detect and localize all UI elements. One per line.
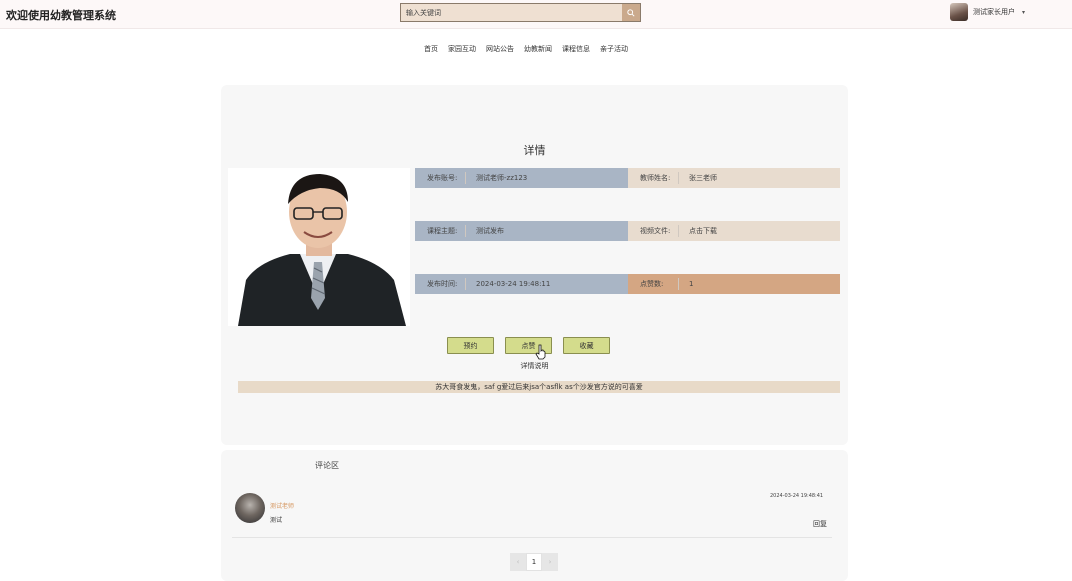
page-title: 详情 xyxy=(523,144,546,157)
field-value: 1 xyxy=(689,280,694,288)
field-like-count: 点赞数: 1 xyxy=(628,274,840,294)
comment-text: 测试 xyxy=(270,517,283,524)
field-value: 测试发布 xyxy=(476,227,504,235)
description-text: 苏大哥食发鬼，saf g爱过后来jsa个asflk as个沙发官方说的可喜爱 xyxy=(238,381,840,393)
reserve-button[interactable]: 预约 xyxy=(447,337,494,354)
field-publisher-account: 发布账号: 测试老师-zz123 xyxy=(415,168,628,188)
field-label: 课程主题: xyxy=(415,225,466,237)
teacher-photo xyxy=(228,168,410,326)
nav-item-home-school[interactable]: 家园互动 xyxy=(448,44,476,54)
comment-heading: 评论区 xyxy=(315,461,339,470)
description-label: 详情说明 xyxy=(520,362,549,370)
search-button[interactable] xyxy=(622,4,640,21)
pagination: ‹ 1 › xyxy=(510,553,558,571)
download-link[interactable]: 点击下载 xyxy=(679,226,717,236)
chevron-down-icon[interactable]: ▾ xyxy=(1022,9,1025,16)
search-icon xyxy=(627,8,635,17)
page-number-button[interactable]: 1 xyxy=(526,553,542,571)
reply-button[interactable]: 回复 xyxy=(813,519,827,529)
detail-card: 详情 发布账号: 测试老师-zz123 教师姓名: 张三老师 课程主题: 测试发… xyxy=(221,85,848,445)
comment-time: 2024-03-24 19:48:41 xyxy=(770,493,824,499)
field-video-file: 视频文件: 点击下载 xyxy=(628,221,840,241)
field-label: 发布时间: xyxy=(415,278,466,290)
avatar xyxy=(235,493,265,523)
teacher-portrait-image xyxy=(228,168,410,326)
next-page-button[interactable]: › xyxy=(542,553,558,571)
nav-item-home[interactable]: 首页 xyxy=(424,44,438,54)
comment-section: 评论区 测试老师 测试 2024-03-24 19:48:41 回复 ‹ 1 › xyxy=(221,450,848,581)
search-box xyxy=(400,3,641,22)
avatar[interactable] xyxy=(950,3,968,21)
field-label: 视频文件: xyxy=(628,225,679,237)
field-label: 点赞数: xyxy=(628,278,679,290)
hand-cursor-icon xyxy=(535,344,546,360)
divider xyxy=(232,537,832,538)
user-menu[interactable]: 测试家长用户 ▾ xyxy=(950,3,1025,21)
field-value: 2024-03-24 19:48:11 xyxy=(476,280,551,288)
prev-page-button[interactable]: ‹ xyxy=(510,553,526,571)
field-publish-time: 发布时间: 2024-03-24 19:48:11 xyxy=(415,274,628,294)
field-course-topic: 课程主题: 测试发布 xyxy=(415,221,628,241)
comment-username: 测试老师 xyxy=(270,503,295,510)
favorite-button[interactable]: 收藏 xyxy=(563,337,610,354)
nav-item-announcements[interactable]: 网站公告 xyxy=(486,44,514,54)
nav-item-news[interactable]: 幼教新闻 xyxy=(524,44,552,54)
field-label: 教师姓名: xyxy=(628,172,679,184)
user-name[interactable]: 测试家长用户 xyxy=(973,7,1015,17)
field-label: 发布账号: xyxy=(415,172,466,184)
main-nav: 首页 家园互动 网站公告 幼教新闻 课程信息 亲子活动 xyxy=(424,44,628,54)
field-value: 测试老师-zz123 xyxy=(476,174,528,182)
nav-item-activities[interactable]: 亲子活动 xyxy=(600,44,628,54)
site-title: 欢迎使用幼教管理系统 xyxy=(6,9,116,22)
field-teacher-name: 教师姓名: 张三老师 xyxy=(628,168,840,188)
search-input[interactable] xyxy=(401,4,623,21)
field-value: 张三老师 xyxy=(689,174,717,182)
top-bar: 欢迎使用幼教管理系统 测试家长用户 ▾ xyxy=(0,0,1072,29)
nav-item-courses[interactable]: 课程信息 xyxy=(562,44,590,54)
